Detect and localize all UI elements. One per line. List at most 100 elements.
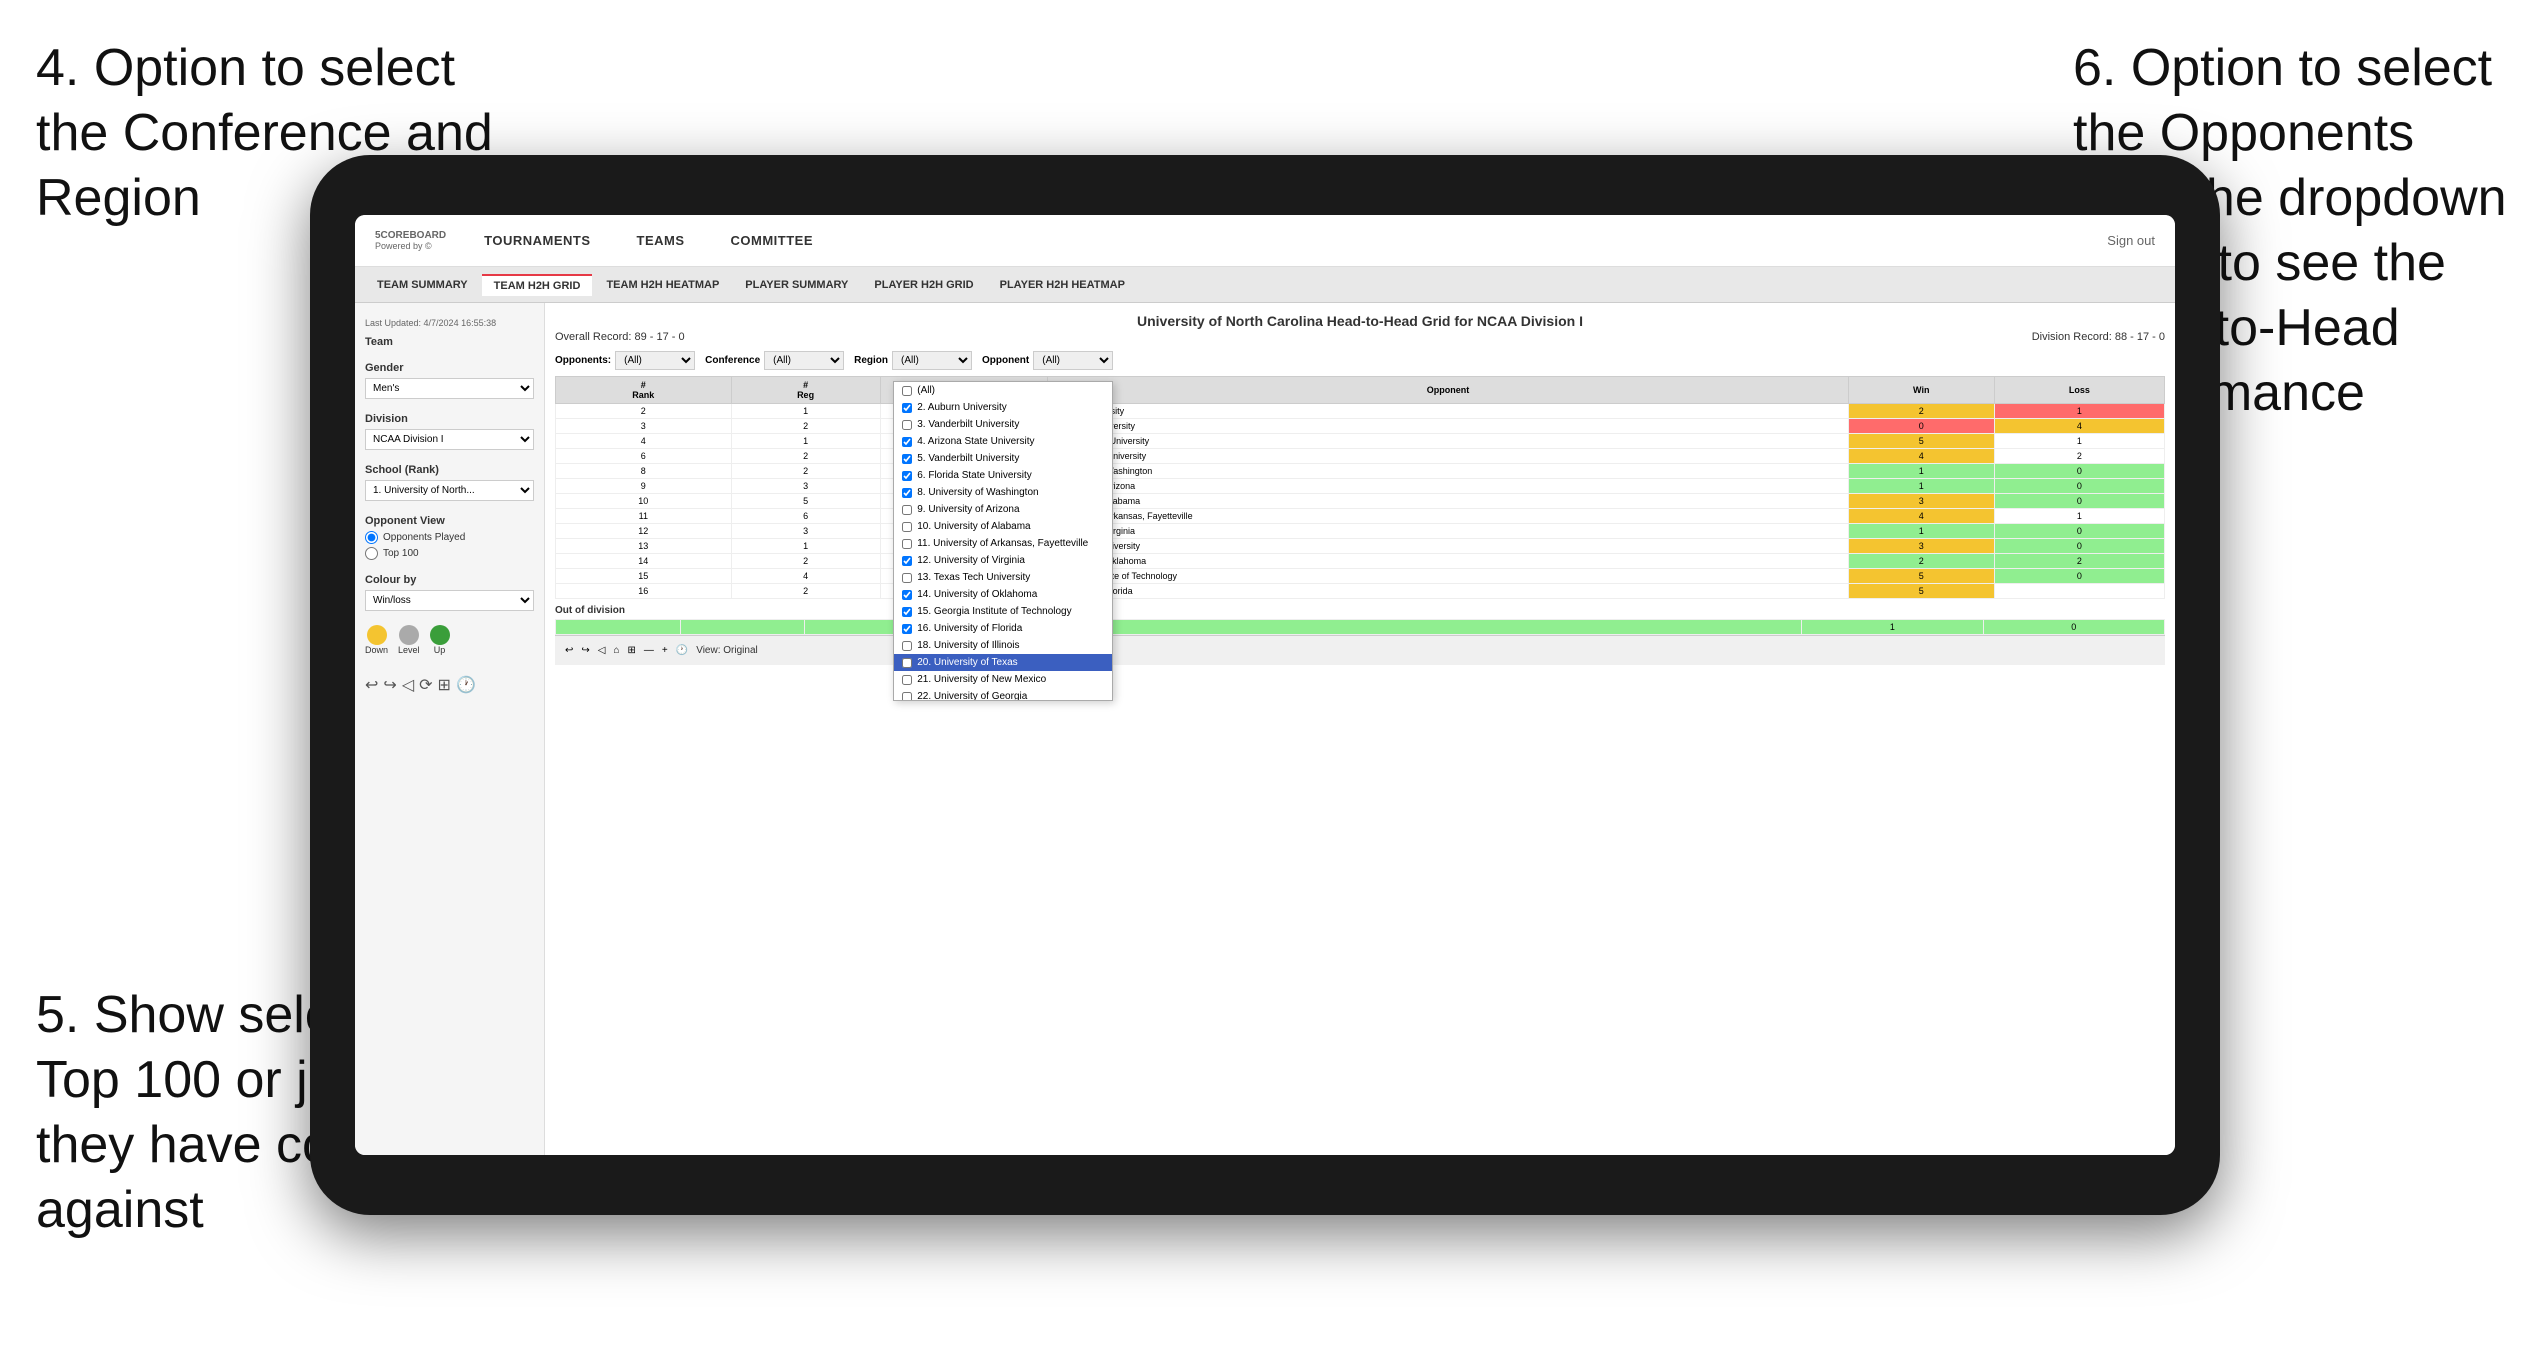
dropdown-item-12[interactable]: 12. University of Virginia <box>894 552 1112 569</box>
division-select[interactable]: NCAA Division I <box>365 429 534 450</box>
sidebar: Last Updated: 4/7/2024 16:55:38 Team Gen… <box>355 303 545 1155</box>
school-label: School (Rank) <box>365 464 534 476</box>
clock-icon[interactable]: 🕐 <box>456 675 476 695</box>
opponents-filter-select[interactable]: (All) <box>615 351 695 370</box>
dropdown-item-11[interactable]: 11. University of Arkansas, Fayetteville <box>894 535 1112 552</box>
region-filter-group: Region (All) <box>854 351 972 370</box>
dot-level: Level <box>398 625 420 655</box>
dropdown-item-20[interactable]: 20. University of Texas <box>894 654 1112 671</box>
refresh-icon[interactable]: ⟳ <box>419 675 432 695</box>
grid-header: University of North Carolina Head-to-Hea… <box>555 313 2165 343</box>
table-row: 16 2 University of Florida 5 <box>556 584 2165 599</box>
sign-out-button[interactable]: Sign out <box>2107 233 2155 248</box>
dot-down-label: Down <box>365 645 388 655</box>
dropdown-item-16[interactable]: 16. University of Florida <box>894 620 1112 637</box>
crop-icon[interactable]: ⊞ <box>628 645 636 656</box>
tab-player-h2h-heatmap[interactable]: PLAYER H2H HEATMAP <box>988 275 1137 295</box>
home-icon[interactable]: ⌂ <box>613 645 619 656</box>
tab-player-h2h-grid[interactable]: PLAYER H2H GRID <box>862 275 985 295</box>
dropdown-item-all[interactable]: (All) <box>894 382 1112 399</box>
top-100-label: Top 100 <box>383 548 419 559</box>
dropdown-item-8[interactable]: 8. University of Washington <box>894 484 1112 501</box>
table-row: 14 2 University of Oklahoma 2 2 <box>556 554 2165 569</box>
dropdown-item-18[interactable]: 18. University of Illinois <box>894 637 1112 654</box>
dropdown-item-3[interactable]: 3. Vanderbilt University <box>894 416 1112 433</box>
redo-icon[interactable]: ↪ <box>383 675 396 695</box>
last-updated: Last Updated: 4/7/2024 16:55:38 <box>365 318 534 328</box>
opponent-filter-select[interactable]: (All) <box>1033 351 1113 370</box>
sidebar-division-section: Division NCAA Division I <box>365 413 534 450</box>
nav-tournaments[interactable]: TOURNAMENTS <box>476 229 598 252</box>
table-row: 11 6 University of Arkansas, Fayettevill… <box>556 509 2165 524</box>
redo-icon[interactable]: ↪ <box>581 645 589 656</box>
table-row: 2 1 1 Auburn University 2 1 <box>556 404 2165 419</box>
undo-icon[interactable]: ↩ <box>365 675 378 695</box>
color-legend: Down Level Up <box>365 625 534 655</box>
nav-committee[interactable]: COMMITTEE <box>723 229 822 252</box>
dropdown-item-15[interactable]: 15. Georgia Institute of Technology <box>894 603 1112 620</box>
nav-teams[interactable]: TEAMS <box>629 229 693 252</box>
dropdown-item-13[interactable]: 13. Texas Tech University <box>894 569 1112 586</box>
app-nav: 5COREBOARD Powered by © TOURNAMENTS TEAM… <box>355 215 2175 267</box>
table-row: 9 3 University of Arizona 1 0 <box>556 479 2165 494</box>
overall-record: Overall Record: 89 - 17 - 0 <box>555 331 685 343</box>
grid-area: University of North Carolina Head-to-Hea… <box>545 303 2175 1155</box>
tab-team-h2h-grid[interactable]: TEAM H2H GRID <box>482 274 593 296</box>
dropdown-item-5[interactable]: 5. Vanderbilt University <box>894 450 1112 467</box>
dropdown-item-2[interactable]: 2. Auburn University <box>894 399 1112 416</box>
opponent-dropdown-panel[interactable]: (All) 2. Auburn University 3. Vanderbilt… <box>893 381 1113 701</box>
opponents-played-option[interactable]: Opponents Played <box>365 531 534 544</box>
back-icon[interactable]: ◁ <box>402 675 414 695</box>
opponents-filter-label: Opponents: <box>555 355 611 366</box>
table-row: 3 2 Vanderbilt University 0 4 <box>556 419 2165 434</box>
dropdown-item-22[interactable]: 22. University of Georgia <box>894 688 1112 701</box>
opponents-played-label: Opponents Played <box>383 532 465 543</box>
opponent-filter-label: Opponent <box>982 355 1029 366</box>
filters-row: Opponents: (All) Conference (All) Region <box>555 351 2165 370</box>
sub-nav: TEAM SUMMARY TEAM H2H GRID TEAM H2H HEAT… <box>355 267 2175 303</box>
table-row: 15 4 Georgia Institute of Technology 5 0 <box>556 569 2165 584</box>
tablet-device: 5COREBOARD Powered by © TOURNAMENTS TEAM… <box>310 155 2220 1215</box>
opponent-view-label: Opponent View <box>365 515 534 527</box>
table-row: 4 1 Arizona State University 5 1 <box>556 434 2165 449</box>
table-row: 13 1 Texas Tech University 3 0 <box>556 539 2165 554</box>
colour-select[interactable]: Win/loss <box>365 590 534 611</box>
crop-icon[interactable]: ⊞ <box>438 675 451 695</box>
main-content: Last Updated: 4/7/2024 16:55:38 Team Gen… <box>355 303 2175 1155</box>
dropdown-item-21[interactable]: 21. University of New Mexico <box>894 671 1112 688</box>
sidebar-team-section: Team <box>365 336 534 348</box>
clock-icon[interactable]: 🕐 <box>676 645 688 656</box>
team-label: Team <box>365 336 534 348</box>
tablet-screen: 5COREBOARD Powered by © TOURNAMENTS TEAM… <box>355 215 2175 1155</box>
table-row: 10 5 University of Alabama 3 0 <box>556 494 2165 509</box>
tab-player-summary[interactable]: PLAYER SUMMARY <box>733 275 860 295</box>
bottom-toolbar: ↩ ↪ ◁ ⌂ ⊞ — + 🕐 View: Original <box>555 635 2165 665</box>
top-100-option[interactable]: Top 100 <box>365 547 534 560</box>
main-nav: TOURNAMENTS TEAMS COMMITTEE <box>476 229 2107 252</box>
tab-team-summary[interactable]: TEAM SUMMARY <box>365 275 480 295</box>
col-loss: Loss <box>1994 377 2164 404</box>
minus-icon[interactable]: — <box>644 645 654 656</box>
division-record: Division Record: 88 - 17 - 0 <box>2032 331 2165 343</box>
dropdown-item-4[interactable]: 4. Arizona State University <box>894 433 1112 450</box>
col-rank: #Rank <box>556 377 732 404</box>
school-select[interactable]: 1. University of North... <box>365 480 534 501</box>
tab-team-h2h-heatmap[interactable]: TEAM H2H HEATMAP <box>594 275 731 295</box>
out-division-row: NCAA Division II 1 0 <box>556 620 2165 635</box>
gender-select[interactable]: Men's <box>365 378 534 399</box>
out-division-label: Out of division <box>555 605 2165 616</box>
undo-icon[interactable]: ↩ <box>565 645 573 656</box>
col-reg: #Reg <box>731 377 880 404</box>
plus-icon[interactable]: + <box>662 645 668 656</box>
dropdown-item-14[interactable]: 14. University of Oklahoma <box>894 586 1112 603</box>
out-division-table: NCAA Division II 1 0 <box>555 619 2165 635</box>
dropdown-item-10[interactable]: 10. University of Alabama <box>894 518 1112 535</box>
grid-title: University of North Carolina Head-to-Hea… <box>555 313 2165 329</box>
conference-filter-select[interactable]: (All) <box>764 351 844 370</box>
back-icon[interactable]: ◁ <box>598 645 606 656</box>
dropdown-item-9[interactable]: 9. University of Arizona <box>894 501 1112 518</box>
region-filter-select[interactable]: (All) <box>892 351 972 370</box>
view-label: View: Original <box>696 645 758 656</box>
table-row: 12 3 University of Virginia 1 0 <box>556 524 2165 539</box>
dropdown-item-6[interactable]: 6. Florida State University <box>894 467 1112 484</box>
